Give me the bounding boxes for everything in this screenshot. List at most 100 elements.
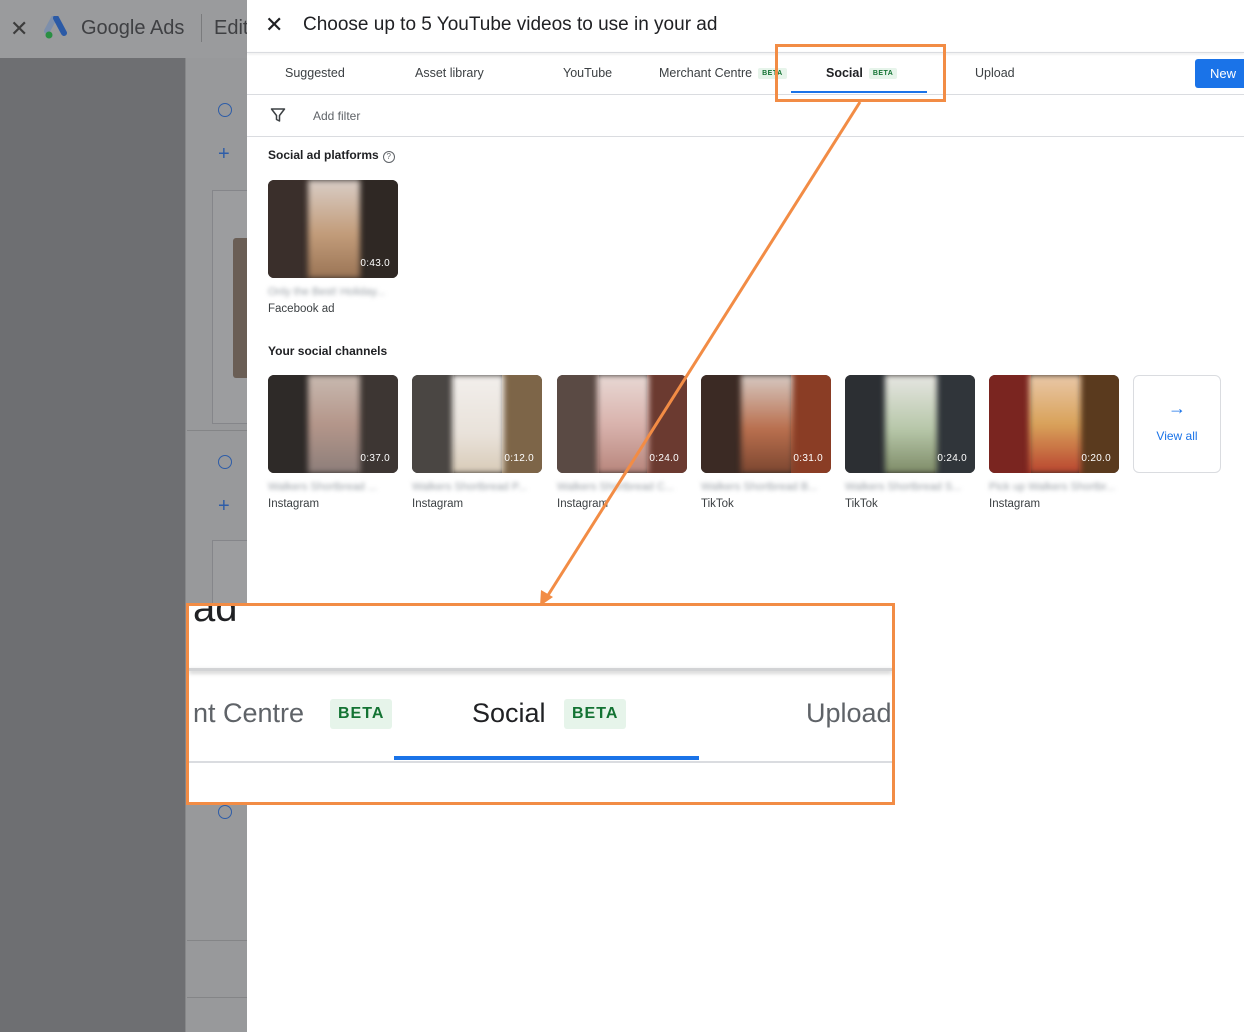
video-card[interactable]: 0:12.0 Walkers Shortbread P... Instagram <box>412 375 542 510</box>
divider <box>189 761 892 763</box>
video-duration: 0:31.0 <box>793 453 823 464</box>
video-title: Walkers Shortbread C... <box>557 481 674 493</box>
radio-button[interactable] <box>218 805 232 819</box>
background-card <box>212 540 252 610</box>
divider <box>201 14 202 42</box>
video-thumbnail: 0:43.0 <box>268 180 398 278</box>
thumb-shape <box>412 375 454 473</box>
zoom-tab-social: Social <box>472 698 546 728</box>
video-source: Instagram <box>989 498 1041 510</box>
video-source: TikTok <box>845 498 878 510</box>
tab-suggested[interactable]: Suggested <box>285 66 345 80</box>
brand-name: Google Ads <box>81 17 185 39</box>
thumb-shape <box>845 375 887 473</box>
divider <box>247 94 1244 95</box>
zoom-active-indicator <box>394 756 699 760</box>
close-icon[interactable]: ✕ <box>10 16 28 42</box>
video-title: Walkers Shortbread ... <box>268 481 378 493</box>
thumb-shape <box>268 180 310 278</box>
divider <box>247 52 1244 53</box>
video-card[interactable]: 0:31.0 Walkers Shortbread B... TikTok <box>701 375 831 510</box>
zoom-beta-badge: BETA <box>564 699 627 729</box>
video-thumbnail: 0:37.0 <box>268 375 398 473</box>
zoom-beta-badge: BETA <box>330 699 393 729</box>
video-card[interactable]: 0:24.0 Walkers Shortbread S... TikTok <box>845 375 975 510</box>
section-title-text: Social ad platforms <box>268 148 379 162</box>
tab-label: Merchant Centre <box>659 66 753 80</box>
filter-icon[interactable] <box>270 107 286 123</box>
video-card[interactable]: 0:37.0 Walkers Shortbread ... Instagram <box>268 375 398 510</box>
video-picker-dialog: ✕ Choose up to 5 YouTube videos to use i… <box>247 0 1244 1032</box>
video-title: Only the Best! Holiday... <box>268 286 386 298</box>
tab-upload[interactable]: Upload <box>975 66 1015 80</box>
add-filter-input[interactable]: Add filter <box>313 109 360 123</box>
thumb-shape <box>308 375 360 473</box>
highlight-box <box>775 44 946 102</box>
video-duration: 0:20.0 <box>1081 453 1111 464</box>
thumb-shape <box>268 375 310 473</box>
zoom-header: ad <box>189 606 892 669</box>
video-source: Instagram <box>268 498 320 510</box>
video-card[interactable]: 0:24.0 Walkers Shortbread C... Instagram <box>557 375 687 510</box>
video-title: Walkers Shortbread B... <box>701 481 818 493</box>
video-source: Instagram <box>557 498 609 510</box>
tab-label: Upload <box>975 66 1015 80</box>
video-card[interactable]: 0:20.0 Pick up Walkers Shortbr... Instag… <box>989 375 1119 510</box>
divider <box>247 136 1244 137</box>
tab-label: Suggested <box>285 66 345 80</box>
divider <box>187 940 247 941</box>
thumb-shape <box>557 375 599 473</box>
zoom-title-fragment: ad <box>193 603 238 630</box>
video-source: TikTok <box>701 498 734 510</box>
tab-asset-library[interactable]: Asset library <box>415 66 484 80</box>
radio-button[interactable] <box>218 103 232 117</box>
video-title: Pick up Walkers Shortbr... <box>989 481 1116 493</box>
plus-icon[interactable]: + <box>218 143 230 166</box>
radio-button[interactable] <box>218 455 232 469</box>
video-thumbnail: 0:12.0 <box>412 375 542 473</box>
tab-label: Asset library <box>415 66 484 80</box>
video-duration: 0:24.0 <box>649 453 679 464</box>
video-duration: 0:12.0 <box>504 453 534 464</box>
new-button[interactable]: New <box>1195 59 1244 88</box>
tab-merchant-centre[interactable]: Merchant Centre BETA <box>659 66 787 80</box>
social-platforms-heading: Social ad platforms? <box>268 148 395 163</box>
thumb-shape <box>308 180 360 278</box>
google-ads-logo-icon <box>44 16 67 39</box>
thumb-shape <box>701 375 743 473</box>
thumb-shape <box>597 375 649 473</box>
divider <box>187 997 247 998</box>
social-channels-heading: Your social channels <box>268 344 388 358</box>
tab-label: YouTube <box>563 66 613 80</box>
video-title: Walkers Shortbread S... <box>845 481 962 493</box>
edit-label: Edit <box>214 17 249 39</box>
tab-youtube[interactable]: YouTube <box>563 66 612 80</box>
video-source: Facebook ad <box>268 303 335 315</box>
zoom-tab-merchant-centre: nt Centre <box>193 698 305 728</box>
thumb-shape <box>989 375 1031 473</box>
video-thumbnail: 0:31.0 <box>701 375 831 473</box>
zoom-tab-upload: Upload <box>806 698 892 728</box>
arrow-right-icon: → <box>1168 398 1186 418</box>
background-left-column <box>0 58 185 1032</box>
thumb-shape <box>452 375 504 473</box>
video-duration: 0:43.0 <box>360 258 390 269</box>
dialog-title: Choose up to 5 YouTube videos to use in … <box>303 14 718 35</box>
video-thumbnail: 0:24.0 <box>845 375 975 473</box>
thumb-shape <box>885 375 937 473</box>
video-duration: 0:24.0 <box>937 453 967 464</box>
help-icon[interactable]: ? <box>382 151 395 163</box>
video-thumbnail: 0:24.0 <box>557 375 687 473</box>
thumb-shape <box>741 375 793 473</box>
video-card[interactable]: 0:43.0 Only the Best! Holiday... Faceboo… <box>268 180 398 315</box>
close-icon[interactable]: ✕ <box>265 12 283 38</box>
divider <box>189 668 892 671</box>
video-thumbnail: 0:20.0 <box>989 375 1119 473</box>
zoom-callout: ad nt Centre BETA Social BETA Upload <box>186 603 895 805</box>
video-duration: 0:37.0 <box>360 453 390 464</box>
plus-icon[interactable]: + <box>218 495 230 518</box>
thumb-shape <box>1029 375 1081 473</box>
view-all-button[interactable]: → View all <box>1133 375 1221 473</box>
video-source: Instagram <box>412 498 464 510</box>
divider <box>187 430 247 431</box>
